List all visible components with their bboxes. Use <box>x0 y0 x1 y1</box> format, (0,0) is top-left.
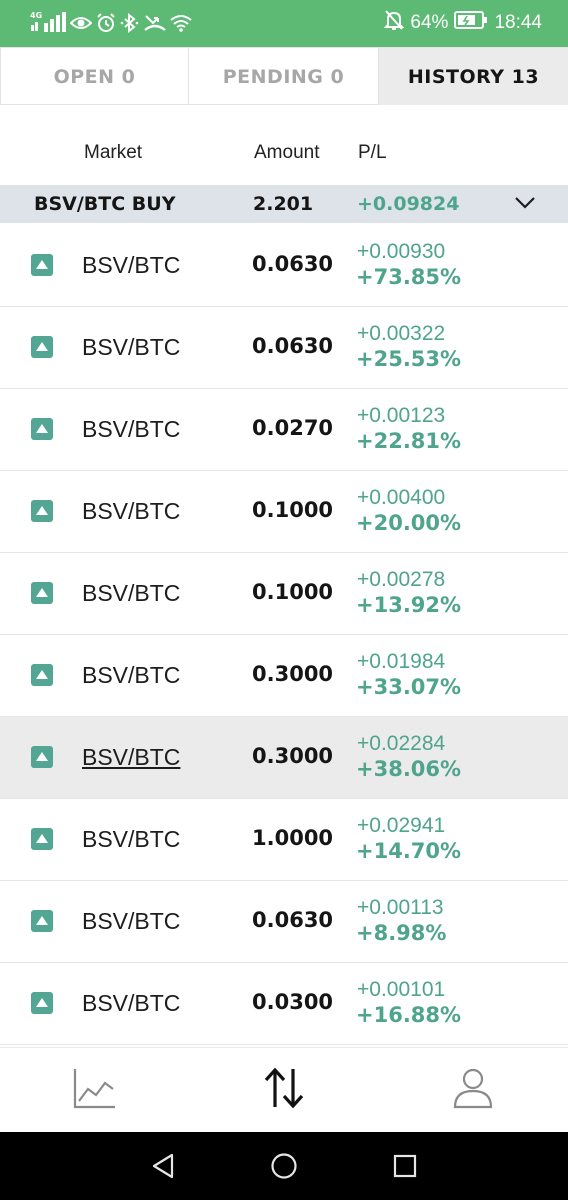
nav-chart[interactable] <box>40 1048 150 1132</box>
wifi-icon <box>170 13 192 33</box>
trade-pl: +0.00101 <box>357 978 446 1001</box>
list-item[interactable]: BSV/BTC 0.3000 +0.01984 +33.07% <box>0 635 568 717</box>
trade-pl-percent: +33.07% <box>356 675 462 699</box>
arrow-up-icon <box>31 418 53 440</box>
trade-pl-percent: +25.53% <box>356 347 462 371</box>
bluetooth-icon <box>120 13 140 33</box>
column-market: Market <box>84 142 143 163</box>
list-item[interactable]: BSV/BTC 0.1000 +0.00400 +20.00% <box>0 471 568 553</box>
tab-pending[interactable]: PENDING 0 <box>188 47 378 105</box>
trade-amount: 1.0000 <box>252 826 334 850</box>
home-icon[interactable] <box>270 1152 298 1184</box>
arrow-up-icon <box>31 746 53 768</box>
arrow-up-icon <box>31 828 53 850</box>
status-bar: 4G 64% 18:44 <box>0 0 568 47</box>
trade-history-list: BSV/BTC 0.0630 +0.00930 +73.85% BSV/BTC … <box>0 225 568 1045</box>
trade-pl: +0.00930 <box>357 240 446 263</box>
arrow-up-icon <box>31 992 53 1014</box>
missed-call-icon <box>144 13 166 33</box>
nav-orders[interactable] <box>229 1048 339 1132</box>
trade-market[interactable]: BSV/BTC <box>82 416 180 443</box>
tab-history[interactable]: HISTORY 13 <box>378 47 568 105</box>
trade-amount: 0.3000 <box>252 744 334 768</box>
chevron-down-icon[interactable] <box>514 195 536 214</box>
trade-market[interactable]: BSV/BTC <box>82 580 180 607</box>
mute-icon <box>384 9 405 37</box>
back-icon[interactable] <box>150 1152 176 1184</box>
trade-amount: 0.0630 <box>252 334 334 358</box>
trade-pl: +0.00113 <box>357 896 444 919</box>
order-tabs: OPEN 0 PENDING 0 HISTORY 13 <box>0 47 568 105</box>
bottom-navigation <box>0 1047 568 1131</box>
trade-pl-percent: +8.98% <box>356 921 447 945</box>
swap-vertical-icon <box>262 1067 306 1113</box>
trade-market-link[interactable]: BSV/BTC <box>82 744 180 771</box>
trade-pl-percent: +20.00% <box>356 511 462 535</box>
status-icons-right: 64% 18:44 <box>384 10 542 36</box>
column-header: Market Amount P/L <box>0 140 568 170</box>
trade-pl: +0.00322 <box>357 322 446 345</box>
trade-pl: +0.00400 <box>357 486 446 509</box>
trade-pl-percent: +16.88% <box>356 1003 462 1027</box>
trade-market[interactable]: BSV/BTC <box>82 826 180 853</box>
trade-pl-percent: +22.81% <box>356 429 462 453</box>
arrow-up-icon <box>31 254 53 276</box>
trade-pl: +0.02941 <box>357 814 446 837</box>
list-item-highlighted[interactable]: BSV/BTC 0.3000 +0.02284 +38.06% <box>0 717 568 799</box>
eye-icon <box>70 13 92 33</box>
group-amount: 2.201 <box>253 193 314 215</box>
trade-market[interactable]: BSV/BTC <box>82 662 180 689</box>
clock: 18:44 <box>494 12 542 33</box>
list-item[interactable]: BSV/BTC 0.1000 +0.00278 +13.92% <box>0 553 568 635</box>
arrow-up-icon <box>31 664 53 686</box>
trade-pl: +0.01984 <box>357 650 446 673</box>
list-item[interactable]: BSV/BTC 0.0630 +0.00930 +73.85% <box>0 225 568 307</box>
arrow-up-icon <box>31 910 53 932</box>
trade-pl-percent: +38.06% <box>356 757 462 781</box>
trade-pl: +0.00123 <box>357 404 446 427</box>
trade-pl-percent: +73.85% <box>356 265 462 289</box>
trade-amount: 0.0270 <box>252 416 334 440</box>
nav-account[interactable] <box>418 1048 528 1132</box>
battery-percent: 64% <box>410 12 449 33</box>
person-icon <box>453 1067 493 1113</box>
arrow-up-icon <box>31 582 53 604</box>
arrow-up-icon <box>31 336 53 358</box>
trade-amount: 0.1000 <box>252 580 334 604</box>
list-item[interactable]: BSV/BTC 1.0000 +0.02941 +14.70% <box>0 799 568 881</box>
trade-market[interactable]: BSV/BTC <box>82 334 180 361</box>
trade-pl: +0.00278 <box>357 568 446 591</box>
system-navigation-bar <box>0 1132 568 1200</box>
list-item[interactable]: BSV/BTC 0.0300 +0.00101 +16.88% <box>0 963 568 1045</box>
list-item[interactable]: BSV/BTC 0.0270 +0.00123 +22.81% <box>0 389 568 471</box>
arrow-up-icon <box>31 500 53 522</box>
chart-line-icon <box>73 1067 117 1113</box>
trade-amount: 0.3000 <box>252 662 334 686</box>
tab-open[interactable]: OPEN 0 <box>0 47 188 105</box>
trade-market[interactable]: BSV/BTC <box>82 990 180 1017</box>
trade-amount: 0.0630 <box>252 252 334 276</box>
position-group-row[interactable]: BSV/BTC BUY 2.201 +0.09824 <box>0 185 568 223</box>
list-item[interactable]: BSV/BTC 0.0630 +0.00113 +8.98% <box>0 881 568 963</box>
trade-amount: 0.0300 <box>252 990 334 1014</box>
group-market: BSV/BTC BUY <box>34 193 176 215</box>
recents-icon[interactable] <box>392 1152 418 1184</box>
trade-pl: +0.02284 <box>357 732 446 755</box>
trade-amount: 0.1000 <box>252 498 334 522</box>
column-amount: Amount <box>254 142 320 163</box>
battery-icon <box>454 11 488 35</box>
signal-icon: 4G <box>30 11 66 35</box>
group-pl: +0.09824 <box>357 193 460 215</box>
trade-pl-percent: +13.92% <box>356 593 462 617</box>
alarm-icon <box>96 13 116 33</box>
trade-pl-percent: +14.70% <box>356 839 462 863</box>
trade-amount: 0.0630 <box>252 908 334 932</box>
status-icons-left: 4G <box>30 11 192 35</box>
trade-market[interactable]: BSV/BTC <box>82 498 180 525</box>
trade-market[interactable]: BSV/BTC <box>82 908 180 935</box>
trade-market[interactable]: BSV/BTC <box>82 252 180 279</box>
column-pl: P/L <box>358 142 387 163</box>
list-item[interactable]: BSV/BTC 0.0630 +0.00322 +25.53% <box>0 307 568 389</box>
